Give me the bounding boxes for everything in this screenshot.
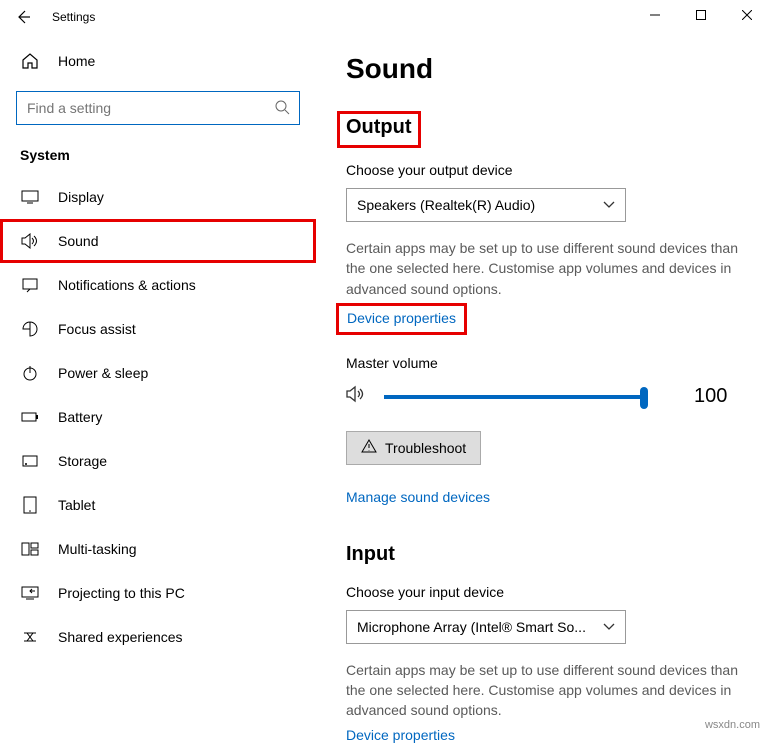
sidebar-item-label: Battery bbox=[58, 409, 102, 425]
tablet-icon bbox=[20, 496, 40, 514]
page-title: Sound bbox=[346, 53, 750, 85]
titlebar: Settings bbox=[0, 0, 770, 33]
sidebar-item-tablet[interactable]: Tablet bbox=[0, 483, 316, 527]
output-hint: Certain apps may be set up to use differ… bbox=[346, 238, 750, 299]
sidebar-item-label: Projecting to this PC bbox=[58, 585, 185, 601]
watermark: wsxdn.com bbox=[705, 719, 760, 731]
sidebar-item-display[interactable]: Display bbox=[0, 175, 316, 219]
sidebar-item-shared[interactable]: Shared experiences bbox=[0, 615, 316, 659]
sidebar-item-battery[interactable]: Battery bbox=[0, 395, 316, 439]
close-button[interactable] bbox=[724, 0, 770, 30]
sidebar-item-label: Display bbox=[58, 189, 104, 205]
device-props-highlight: Device properties bbox=[336, 303, 467, 335]
sidebar-item-focus[interactable]: Focus assist bbox=[0, 307, 316, 351]
output-device-selected: Speakers (Realtek(R) Audio) bbox=[357, 197, 535, 213]
output-device-dropdown[interactable]: Speakers (Realtek(R) Audio) bbox=[346, 188, 626, 222]
input-hint: Certain apps may be set up to use differ… bbox=[346, 660, 750, 721]
manage-sound-link[interactable]: Manage sound devices bbox=[346, 489, 490, 505]
battery-icon bbox=[20, 411, 40, 423]
output-device-properties-link[interactable]: Device properties bbox=[347, 310, 456, 326]
warning-icon bbox=[361, 439, 377, 456]
output-heading-highlight: Output bbox=[337, 111, 421, 148]
chevron-down-icon bbox=[603, 623, 615, 631]
sidebar-item-label: Storage bbox=[58, 453, 107, 469]
output-heading: Output bbox=[346, 116, 412, 139]
chevron-down-icon bbox=[603, 201, 615, 209]
sidebar-item-label: Notifications & actions bbox=[58, 277, 196, 293]
sidebar-item-label: Shared experiences bbox=[58, 629, 183, 645]
master-volume-value: 100 bbox=[694, 385, 727, 408]
master-volume-label: Master volume bbox=[346, 355, 750, 371]
sidebar-item-power[interactable]: Power & sleep bbox=[0, 351, 316, 395]
display-icon bbox=[20, 190, 40, 204]
sidebar-item-label: Focus assist bbox=[58, 321, 136, 337]
sidebar-item-label: Power & sleep bbox=[58, 365, 148, 381]
sidebar-item-multitasking[interactable]: Multi-tasking bbox=[0, 527, 316, 571]
sidebar-item-label: Multi-tasking bbox=[58, 541, 137, 557]
input-device-properties-link[interactable]: Device properties bbox=[346, 727, 455, 743]
shared-icon bbox=[20, 630, 40, 644]
home-nav[interactable]: Home bbox=[0, 39, 316, 83]
troubleshoot-button[interactable]: Troubleshoot bbox=[346, 431, 481, 465]
sidebar-item-storage[interactable]: Storage bbox=[0, 439, 316, 483]
window-title: Settings bbox=[52, 10, 95, 24]
sidebar: Home System Display Sound Notifications … bbox=[0, 33, 316, 737]
sidebar-item-notifications[interactable]: Notifications & actions bbox=[0, 263, 316, 307]
power-icon bbox=[20, 365, 40, 381]
sidebar-item-projecting[interactable]: Projecting to this PC bbox=[0, 571, 316, 615]
input-heading: Input bbox=[346, 543, 750, 566]
projecting-icon bbox=[20, 586, 40, 600]
search-input[interactable] bbox=[16, 91, 300, 125]
focus-icon bbox=[20, 321, 40, 337]
notifications-icon bbox=[20, 277, 40, 293]
input-device-dropdown[interactable]: Microphone Array (Intel® Smart So... bbox=[346, 610, 626, 644]
home-label: Home bbox=[58, 53, 95, 69]
maximize-button[interactable] bbox=[678, 0, 724, 30]
category-label: System bbox=[0, 131, 316, 175]
master-volume-slider[interactable] bbox=[384, 385, 644, 409]
sidebar-item-label: Tablet bbox=[58, 497, 95, 513]
multitasking-icon bbox=[20, 542, 40, 556]
volume-icon bbox=[346, 385, 368, 408]
sound-icon bbox=[20, 233, 40, 249]
sidebar-item-sound[interactable]: Sound bbox=[0, 219, 316, 263]
sidebar-item-label: Sound bbox=[58, 233, 98, 249]
storage-icon bbox=[20, 453, 40, 469]
minimize-button[interactable] bbox=[632, 0, 678, 30]
home-icon bbox=[20, 52, 40, 70]
back-button[interactable] bbox=[0, 0, 46, 33]
content: Sound Output Choose your output device S… bbox=[316, 33, 770, 737]
input-choose-label: Choose your input device bbox=[346, 584, 750, 600]
output-choose-label: Choose your output device bbox=[346, 162, 750, 178]
input-device-selected: Microphone Array (Intel® Smart So... bbox=[357, 619, 586, 635]
troubleshoot-label: Troubleshoot bbox=[385, 440, 466, 456]
